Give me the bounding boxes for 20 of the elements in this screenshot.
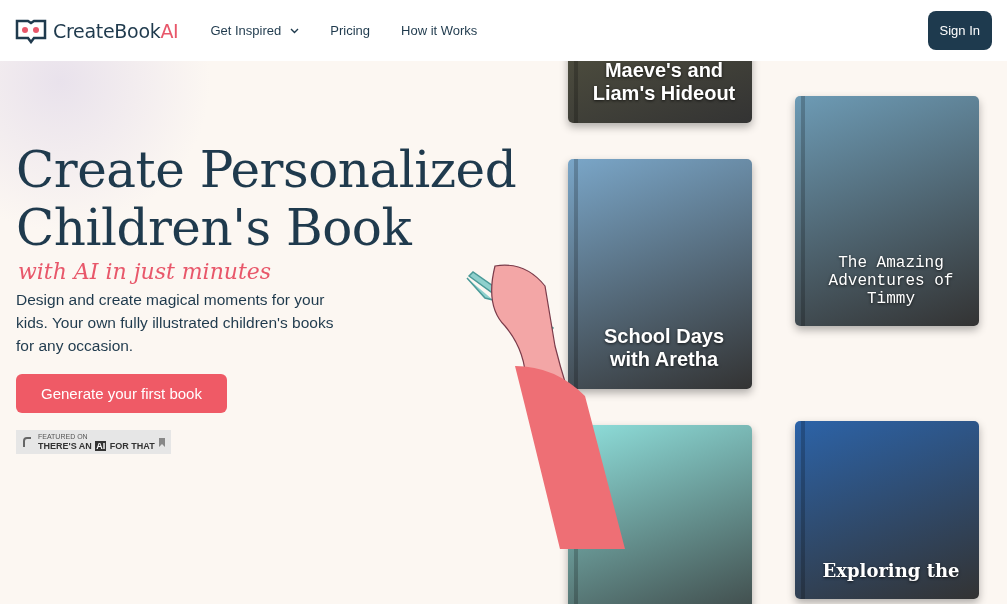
- book-title: Maeve's and Liam's Hideout: [591, 61, 737, 105]
- book-cover[interactable]: Maeve's and Liam's Hideout: [568, 61, 752, 123]
- chevron-down-icon: [290, 27, 300, 34]
- book-cover[interactable]: Exploring the: [795, 421, 979, 599]
- hero-description: Design and create magical moments for your kids. Your own fully illustrated children's books for any occasion.: [16, 290, 335, 356]
- book-cover[interactable]: The Amazing Adventures of Timmy: [795, 96, 979, 326]
- bookmark-icon: [158, 437, 165, 447]
- brand-logo[interactable]: CreateBookAI: [53, 19, 179, 42]
- hero-tagline: with AI in just minutes: [18, 259, 273, 284]
- book-title: The Amazing Adventures of Timmy: [827, 254, 955, 308]
- nav-link[interactable]: Get Inspired: [210, 23, 300, 38]
- book-title: Exploring the: [822, 560, 960, 581]
- book-title: School Days with Aretha: [602, 325, 725, 371]
- badge-text: THERE'S AN AI FOR THAT: [38, 441, 155, 451]
- hero-title: Create Personalized Children's Book: [16, 141, 518, 257]
- sign-in-button[interactable]: Sign In: [927, 11, 992, 50]
- nav-link[interactable]: How it Works: [401, 23, 478, 38]
- nav-link[interactable]: Pricing: [330, 23, 370, 38]
- open-book-icon: [15, 17, 47, 44]
- book-cover[interactable]: School Days with Aretha: [568, 159, 752, 389]
